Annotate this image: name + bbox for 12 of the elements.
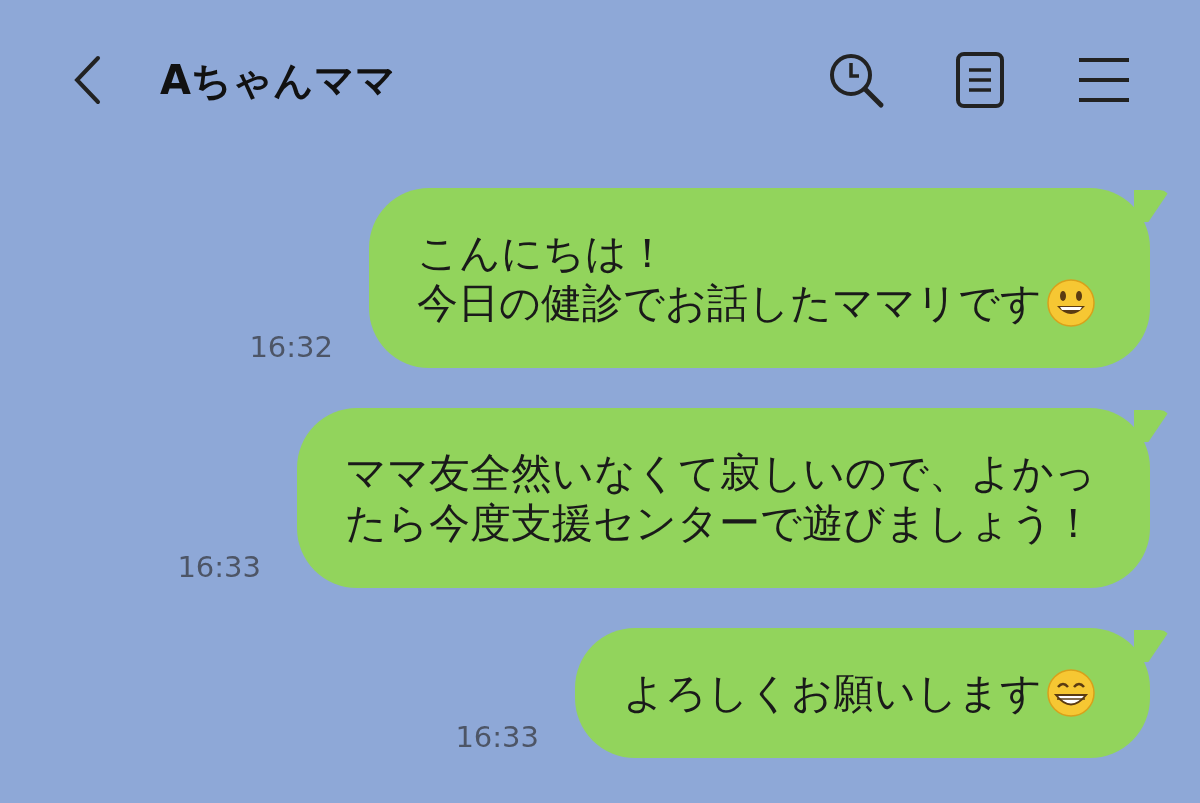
message-text: 今日の健診でお話したママリです	[417, 278, 1042, 328]
message-time: 16:33	[455, 720, 539, 754]
smiling-face-icon	[1046, 278, 1096, 328]
grinning-face-icon	[1046, 668, 1096, 718]
message-time: 16:32	[249, 330, 333, 364]
chat-title: Aちゃんママ	[160, 55, 396, 105]
message-text: ママ友全然いなくて寂しいので、よかっ	[345, 448, 1096, 498]
message-text: よろしくお願いします	[623, 668, 1042, 718]
message-text: こんにちは！	[417, 228, 668, 278]
back-icon[interactable]	[72, 55, 102, 105]
message-text: たら今度支援センターで遊びましょう！	[345, 498, 1094, 548]
message-time: 16:33	[177, 550, 261, 584]
